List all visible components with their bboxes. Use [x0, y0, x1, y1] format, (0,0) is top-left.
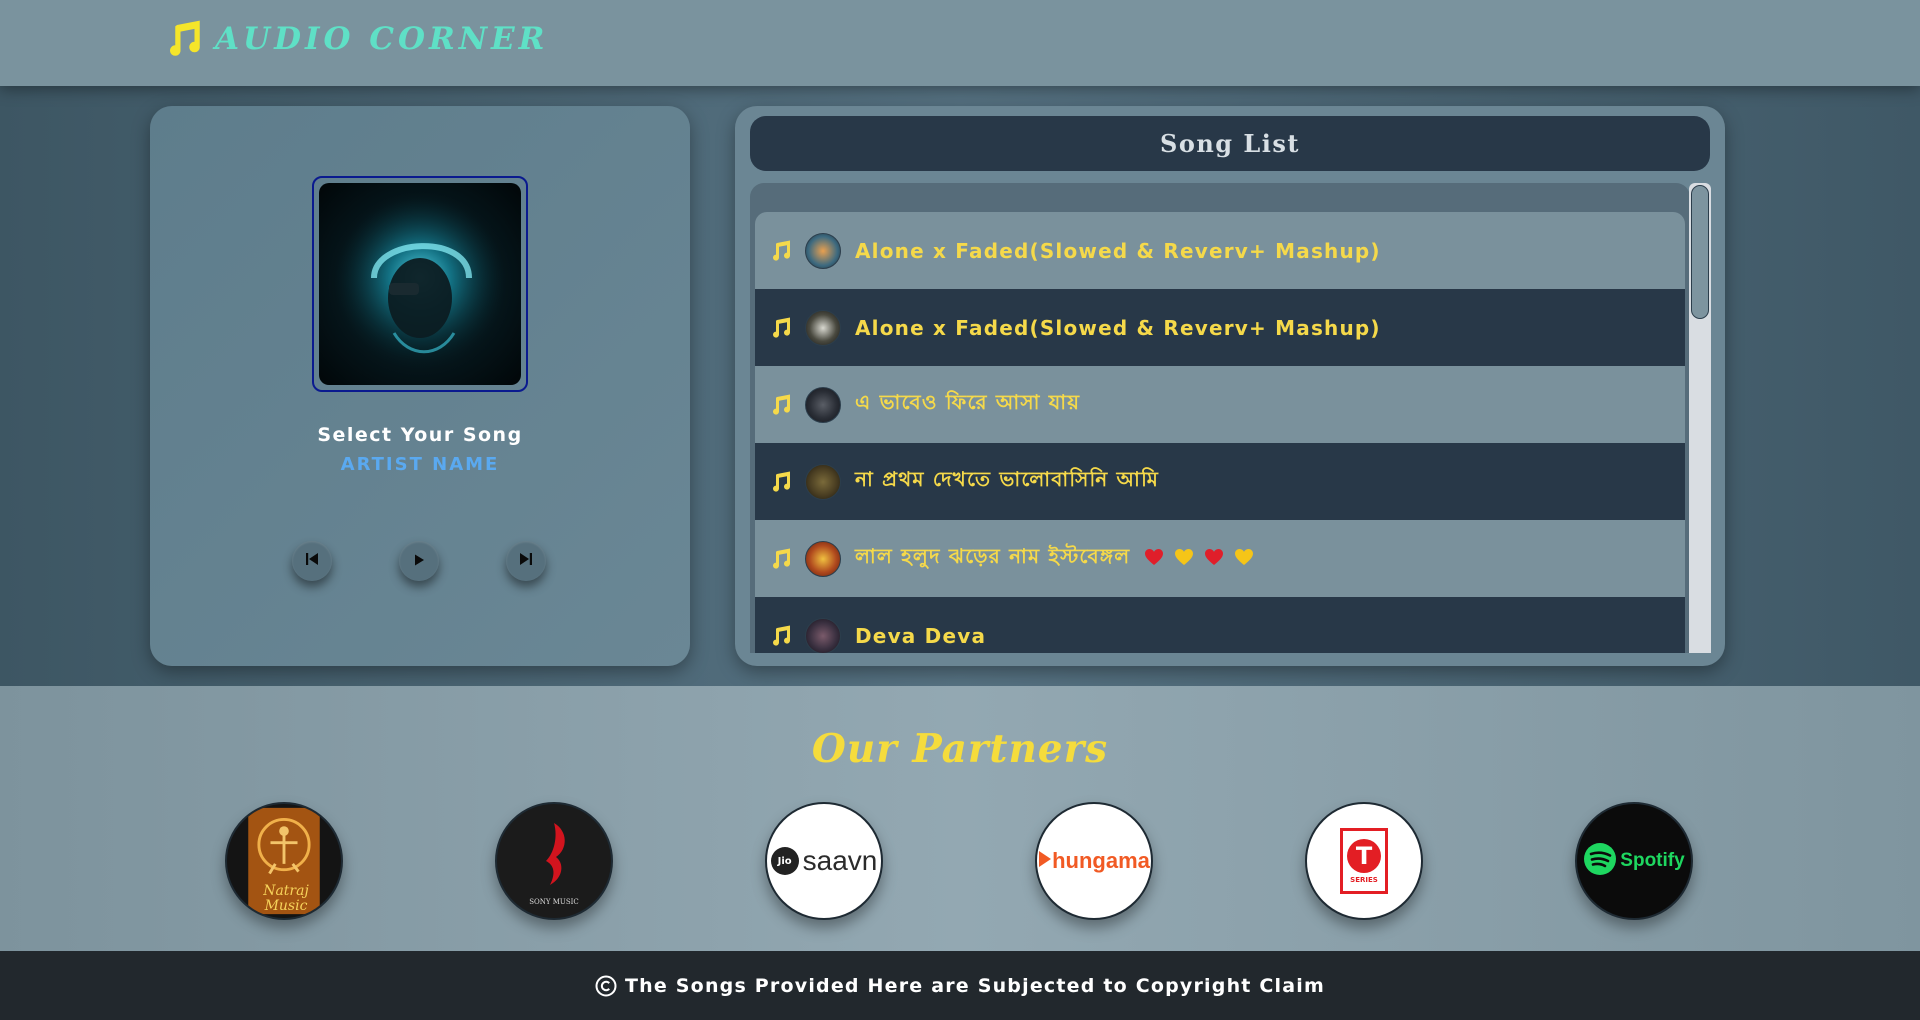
spotify-logo-text: Spotify — [1620, 850, 1685, 871]
app-title: AUDIO CORNER — [215, 21, 549, 57]
yellow-heart-icon — [1174, 548, 1194, 570]
song-list-scrollbar[interactable] — [1689, 183, 1711, 653]
top-header: AUDIO CORNER — [0, 0, 1920, 86]
song-title: Deva Deva — [855, 623, 987, 648]
song-title: লাল হলুদ ঝড়ের নাম ইস্টবেঙ্গল — [855, 544, 1131, 568]
song-thumbnail — [805, 309, 841, 346]
song-title: এ ভাবেও ফিরে আসা যায় — [855, 390, 1081, 414]
yellow-heart-icon — [1234, 548, 1254, 570]
music-note-icon — [769, 393, 795, 417]
song-title: না প্রথম দেখতে ভালোবাসিনি আমি — [855, 467, 1160, 491]
song-list[interactable]: Alone x Faded(Slowed & Reverv+ Mashup) A… — [750, 183, 1690, 653]
next-button[interactable] — [506, 541, 546, 581]
scrollbar-thumb[interactable] — [1691, 185, 1709, 319]
song-list-card: Song List Alone x Faded(Slowed & Reverv+… — [735, 106, 1725, 666]
music-note-icon — [769, 470, 795, 494]
main-section: Select Your Song ARTIST NAME Song List A… — [0, 86, 1920, 686]
partners-heading: Our Partners — [811, 726, 1109, 772]
song-thumbnail — [805, 232, 841, 269]
partner-sony-music[interactable]: SONY MUSIC — [495, 802, 613, 920]
partners-section: Our Partners Natraj Music SONY MUSIC Jio… — [0, 686, 1920, 951]
song-item[interactable]: Alone x Faded(Slowed & Reverv+ Mashup) — [755, 289, 1685, 366]
partner-jiosaavn[interactable]: Jio saavn — [765, 802, 883, 920]
current-artist-name: ARTIST NAME — [340, 454, 500, 475]
saavn-logo-text: saavn — [802, 845, 878, 876]
previous-button[interactable] — [292, 541, 332, 581]
skip-next-icon — [518, 551, 534, 571]
music-note-icon — [163, 18, 205, 60]
music-note-icon — [769, 547, 795, 571]
copyright-icon — [595, 975, 617, 997]
hungama-logo-text: hungama — [1052, 848, 1150, 873]
song-thumbnail — [805, 617, 841, 653]
album-cover — [312, 176, 528, 392]
music-note-icon — [769, 316, 795, 340]
red-heart-icon — [1144, 548, 1164, 570]
partner-natraj-music[interactable]: Natraj Music — [225, 802, 343, 920]
music-note-icon — [769, 624, 795, 648]
app-logo[interactable]: AUDIO CORNER — [163, 18, 548, 60]
song-title: Alone x Faded(Slowed & Reverv+ Mashup) — [855, 315, 1381, 340]
t-series-logo-text: SERIES — [1350, 875, 1378, 884]
sony-logo-text: SONY MUSIC — [529, 898, 579, 906]
play-icon — [412, 552, 426, 571]
play-button[interactable] — [399, 541, 439, 581]
album-art-image — [319, 183, 521, 385]
spotify-icon — [1583, 842, 1617, 880]
partner-spotify[interactable]: Spotify — [1575, 802, 1693, 920]
heart-emoji-group — [1144, 548, 1254, 570]
hungama-play-icon — [1038, 850, 1052, 872]
song-item[interactable]: Alone x Faded(Slowed & Reverv+ Mashup) — [755, 212, 1685, 289]
song-item[interactable]: এ ভাবেও ফিরে আসা যায় — [755, 366, 1685, 443]
red-heart-icon — [1204, 548, 1224, 570]
music-note-icon — [769, 239, 795, 263]
song-thumbnail — [805, 540, 841, 577]
jio-badge-icon: Jio — [770, 847, 799, 875]
footer: The Songs Provided Here are Subjected to… — [0, 951, 1920, 1020]
current-song-title: Select Your Song — [317, 424, 523, 446]
natraj-logo-text: Natraj Music — [263, 883, 309, 914]
sony-music-logo-icon — [546, 823, 565, 885]
song-item[interactable]: Deva Deva — [755, 597, 1685, 653]
song-item[interactable]: না প্রথম দেখতে ভালোবাসিনি আমি — [755, 443, 1685, 520]
song-list-heading: Song List — [750, 116, 1710, 171]
song-thumbnail — [805, 386, 841, 423]
song-title: Alone x Faded(Slowed & Reverv+ Mashup) — [855, 238, 1381, 263]
song-thumbnail — [805, 463, 841, 500]
partner-hungama[interactable]: hungama — [1035, 802, 1153, 920]
skip-previous-icon — [304, 551, 320, 571]
song-item[interactable]: লাল হলুদ ঝড়ের নাম ইস্টবেঙ্গল — [755, 520, 1685, 597]
copyright-notice: The Songs Provided Here are Subjected to… — [625, 974, 1325, 997]
player-card: Select Your Song ARTIST NAME — [150, 106, 690, 666]
t-series-logo-icon: T SERIES — [1340, 828, 1388, 894]
partner-t-series[interactable]: T SERIES — [1305, 802, 1423, 920]
